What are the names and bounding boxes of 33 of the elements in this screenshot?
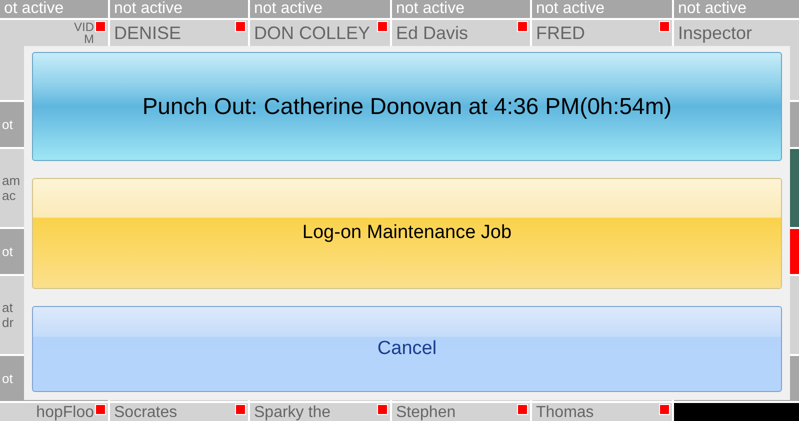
employee-name: Inspector	[678, 22, 754, 45]
employee-name: Stephen	[396, 403, 457, 421]
tile-text: at	[2, 300, 14, 315]
dialog-button[interactable]: Punch Out: Catherine Donovan at 4:36 PM(0h:54m)	[32, 52, 782, 161]
dialog-button[interactable]: Log-on Maintenance Job	[32, 178, 782, 289]
employee-name: Socrates	[114, 403, 178, 421]
tile-text: dr	[2, 315, 15, 330]
employee-name: M	[84, 33, 94, 45]
tile-text: ot	[2, 244, 14, 259]
employee-name: DENISE	[114, 22, 182, 45]
dialog-button[interactable]: Cancel	[32, 306, 782, 392]
tile-text: ot	[2, 117, 14, 132]
status-tile[interactable]: not active	[250, 0, 390, 18]
employee-tile[interactable]: hopFloo	[0, 403, 108, 421]
employee-name: DON COLLEY	[254, 22, 372, 45]
employee-tile[interactable]: Sparky the	[250, 403, 390, 421]
employee-name: VID	[74, 21, 94, 33]
employee-name: FRED	[536, 22, 586, 45]
tile-text: am	[2, 173, 22, 188]
status-tile[interactable]: not active	[532, 0, 672, 18]
employee-name: Thomas	[536, 403, 595, 421]
tile-text: ot	[2, 371, 14, 386]
employee-tile[interactable]: Thomas	[532, 403, 672, 421]
employee-name: Ed Davis	[396, 22, 470, 45]
employee-tile[interactable]: Stephen	[392, 403, 530, 421]
status-tile[interactable]: ot active	[0, 0, 108, 18]
status-tile[interactable]: not active	[674, 0, 799, 18]
tile-text: ac	[2, 188, 17, 203]
employee-name: Sparky the	[254, 403, 332, 421]
status-tile[interactable]: not active	[110, 0, 248, 18]
employee-name: hopFloo	[36, 403, 94, 421]
employee-tile[interactable]: Socrates	[110, 403, 248, 421]
status-tile[interactable]: not active	[392, 0, 530, 18]
